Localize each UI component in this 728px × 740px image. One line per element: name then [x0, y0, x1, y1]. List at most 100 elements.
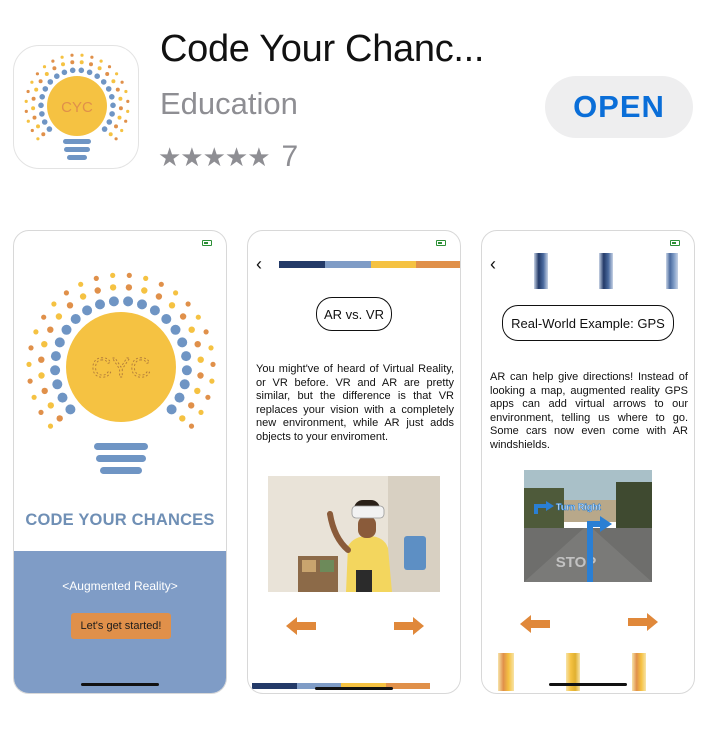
decor-dot: [179, 415, 186, 422]
decor-dot: [94, 287, 101, 294]
decor-dot: [61, 62, 65, 67]
decor-dot: [63, 290, 69, 296]
decor-dot: [42, 65, 47, 69]
progress-bar-top: [279, 261, 460, 268]
decor-dot: [51, 59, 55, 63]
decor-dot: [166, 404, 177, 415]
arrow-left-icon[interactable]: [286, 617, 316, 635]
screen-title: CODE YOUR CHANCES: [25, 511, 215, 529]
decor-dot: [78, 281, 84, 287]
decor-dot: [107, 65, 112, 69]
decor-dot: [42, 86, 49, 92]
decor-dot: [38, 356, 45, 363]
body-paragraph: You might've of heard of Virtual Reality…: [256, 363, 454, 443]
decor-dot: [188, 423, 195, 429]
decor-strip: [666, 253, 678, 289]
turn-sign-text: Turn Right: [556, 502, 601, 512]
lightbulb-icon: CYC: [26, 272, 216, 474]
decor-dot: [118, 96, 123, 101]
decor-dot: [143, 275, 149, 281]
decor-dot: [109, 284, 117, 291]
decor-dot: [161, 314, 172, 324]
decor-dot: [168, 302, 176, 309]
open-button[interactable]: OPEN: [545, 76, 693, 138]
decor-dot: [105, 72, 110, 76]
decor-dot: [115, 87, 120, 92]
arrow-left-icon[interactable]: [520, 615, 550, 633]
decor-dot: [101, 126, 108, 132]
decor-dot: [52, 66, 57, 71]
decor-dot: [47, 402, 54, 409]
decor-dot: [36, 137, 40, 141]
decor-dot: [194, 387, 201, 395]
decor-dot: [36, 124, 40, 129]
battery-icon: [436, 240, 446, 246]
decor-dot: [188, 326, 195, 333]
gps-ar-photo: STOP Turn Right: [524, 470, 652, 582]
decor-dot: [32, 115, 37, 120]
decor-dot: [173, 290, 179, 296]
decor-dot: [179, 379, 190, 390]
arrow-right-icon[interactable]: [394, 617, 424, 635]
screenshot-2[interactable]: ‹ AR vs. VR You might've of heard of Vir…: [247, 230, 461, 694]
vr-headset-photo: [268, 476, 440, 592]
decor-dot: [34, 87, 39, 92]
decor-dot: [95, 299, 105, 310]
decor-dot: [188, 402, 195, 409]
app-title: Code Your Chanc...: [160, 28, 485, 70]
decor-dot: [55, 313, 63, 320]
decor-dot: [47, 79, 54, 85]
decor-dot: [185, 301, 191, 307]
decor-dot: [31, 394, 37, 400]
screenshot-1[interactable]: CYC CODE YOUR CHANCES <Augmented Reality…: [13, 230, 227, 694]
decor-dot: [47, 423, 54, 429]
back-chevron-icon[interactable]: ‹: [490, 255, 496, 273]
decor-dot: [109, 94, 115, 100]
section-heading: Real-World Example: GPS: [502, 305, 674, 341]
decor-dot: [38, 102, 44, 109]
decor-dot: [195, 314, 201, 320]
decor-dot: [99, 59, 103, 63]
screenshot-3[interactable]: ‹ Real-World Example: GPS AR can help gi…: [481, 230, 695, 694]
decor-dot: [194, 341, 201, 348]
decor-dot: [111, 79, 116, 84]
decor-dot: [120, 80, 124, 84]
battery-icon: [202, 240, 212, 246]
decor-dot: [93, 275, 99, 281]
decor-dot: [52, 379, 63, 390]
arrow-right-icon[interactable]: [628, 613, 658, 631]
decor-dot: [31, 96, 36, 101]
body-paragraph: AR can help give directions! Instead of …: [490, 371, 688, 451]
decor-dot: [66, 302, 74, 309]
decor-dot: [197, 356, 204, 363]
home-indicator: [315, 687, 393, 690]
screen-subtitle: <Augmented Reality>: [62, 579, 178, 593]
decor-dot: [60, 55, 64, 59]
rating[interactable]: ★★★★★ 7: [158, 140, 298, 174]
decor-dot: [41, 119, 48, 125]
decor-dot: [61, 69, 68, 76]
app-category[interactable]: Education: [160, 86, 298, 122]
decor-dot: [110, 272, 116, 278]
decor-dot: [82, 305, 93, 316]
decor-dot: [79, 60, 84, 65]
decor-dot: [155, 293, 163, 300]
decor-dot: [110, 102, 116, 109]
decor-dot: [80, 53, 84, 57]
home-indicator: [81, 683, 159, 686]
decor-dot: [141, 287, 148, 294]
decor-dot: [51, 301, 57, 307]
decor-dot: [50, 365, 61, 376]
get-started-button[interactable]: Let's get started!: [71, 613, 171, 639]
decor-dot: [125, 284, 133, 291]
decor-dot: [177, 337, 188, 348]
decor-dot: [114, 137, 118, 141]
battery-icon: [670, 240, 680, 246]
decor-dot: [56, 415, 63, 422]
app-icon[interactable]: CYC: [13, 45, 139, 169]
decor-dot: [170, 324, 181, 335]
decor-dot: [50, 351, 61, 362]
decor-dot: [30, 128, 34, 133]
decor-dot: [109, 111, 115, 117]
back-chevron-icon[interactable]: ‹: [256, 255, 262, 273]
